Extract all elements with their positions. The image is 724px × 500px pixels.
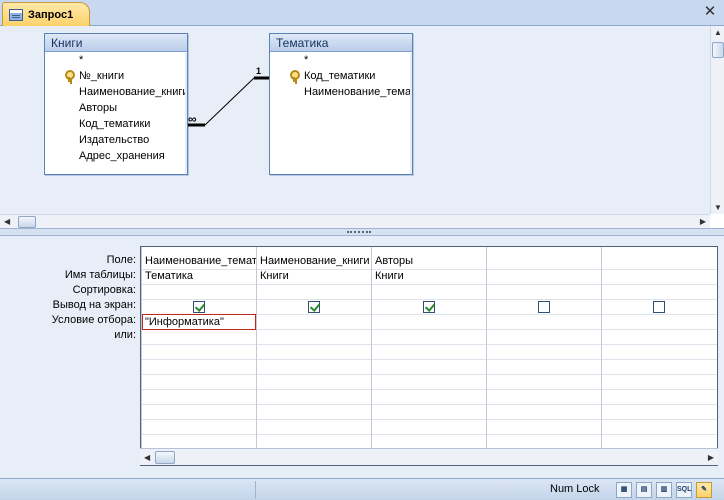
row-label-table: Имя таблицы:	[64, 269, 136, 281]
tab-query1[interactable]: Запрос1	[2, 2, 90, 26]
sort-cell[interactable]	[257, 284, 371, 299]
scroll-thumb[interactable]	[155, 451, 175, 464]
row-label-or: или:	[114, 329, 136, 341]
criteria-cell[interactable]	[372, 314, 486, 329]
field-cell[interactable]: Наименование_тематики	[142, 254, 256, 269]
table-pane-horizontal-scrollbar[interactable]: ◀ ▶	[0, 214, 710, 228]
many-label: ∞	[188, 112, 197, 126]
document-tab-bar: Запрос1 ✕	[0, 0, 724, 26]
one-label: 1	[256, 66, 261, 76]
table-cell[interactable]: Тематика	[142, 269, 256, 284]
status-bar: Num Lock ▦ ▤ ▥ SQL ✎	[0, 478, 724, 500]
relationship-line[interactable]: 1 ∞	[0, 26, 724, 214]
scroll-left-icon[interactable]: ◀	[4, 217, 10, 226]
grid-row-labels: Поле: Имя таблицы: Сортировка: Вывод на …	[52, 253, 136, 343]
table-cell[interactable]	[602, 269, 717, 284]
design-view-icon[interactable]: ✎	[696, 482, 712, 498]
scroll-up-icon[interactable]: ▲	[714, 28, 722, 37]
row-label-sort: Сортировка:	[72, 284, 136, 296]
pane-splitter[interactable]	[0, 228, 724, 236]
query-design-grid[interactable]: Наименование_тематики Тематика "Информат…	[140, 246, 718, 466]
criteria-input[interactable]: "Информатика"	[142, 314, 256, 330]
show-checkbox[interactable]	[308, 301, 320, 313]
scroll-right-icon[interactable]: ▶	[700, 217, 706, 226]
field-cell[interactable]: Авторы	[372, 254, 486, 269]
tab-label: Запрос1	[28, 8, 74, 21]
sort-cell[interactable]	[142, 284, 256, 299]
table-cell[interactable]	[487, 269, 601, 284]
divider	[255, 481, 256, 499]
close-icon[interactable]: ✕	[702, 4, 718, 20]
query-icon	[9, 8, 23, 21]
pivotchart-view-icon[interactable]: ▥	[656, 482, 672, 498]
sort-cell[interactable]	[372, 284, 486, 299]
show-checkbox[interactable]	[538, 301, 550, 313]
splitter-grip[interactable]	[347, 231, 371, 233]
grid-column[interactable]	[486, 247, 601, 465]
grid-horizontal-scrollbar[interactable]: ◀ ▶	[140, 448, 718, 465]
scroll-left-icon[interactable]: ◀	[144, 453, 150, 462]
pivottable-view-icon[interactable]: ▤	[636, 482, 652, 498]
scroll-thumb[interactable]	[18, 216, 36, 228]
grid-column[interactable]: Наименование_тематики Тематика "Информат…	[141, 247, 256, 465]
scroll-right-icon[interactable]: ▶	[708, 453, 714, 462]
sql-view-button[interactable]: SQL	[676, 482, 692, 498]
table-cell[interactable]: Книги	[257, 269, 371, 284]
show-checkbox[interactable]	[193, 301, 205, 313]
criteria-cell[interactable]	[257, 314, 371, 329]
field-cell[interactable]: Наименование_книги	[257, 254, 371, 269]
field-cell[interactable]	[487, 254, 601, 269]
table-cell[interactable]: Книги	[372, 269, 486, 284]
scroll-thumb[interactable]	[712, 42, 724, 58]
table-pane: Книги * №_книги Наименование_книги Автор…	[0, 26, 724, 214]
show-checkbox[interactable]	[423, 301, 435, 313]
numlock-indicator: Num Lock	[550, 483, 600, 495]
datasheet-view-icon[interactable]: ▦	[616, 482, 632, 498]
row-label-criteria: Условие отбора:	[51, 314, 136, 326]
grid-column[interactable]: Авторы Книги	[371, 247, 486, 465]
show-checkbox[interactable]	[653, 301, 665, 313]
scroll-down-icon[interactable]: ▼	[714, 203, 722, 212]
row-label-show: Вывод на экран:	[52, 299, 136, 311]
grid-column[interactable]: Наименование_книги Книги	[256, 247, 371, 465]
grid-column[interactable]	[601, 247, 717, 465]
table-pane-vertical-scrollbar[interactable]: ▲ ▼	[710, 26, 724, 214]
field-cell[interactable]	[602, 254, 717, 269]
row-label-field: Поле:	[106, 254, 136, 266]
